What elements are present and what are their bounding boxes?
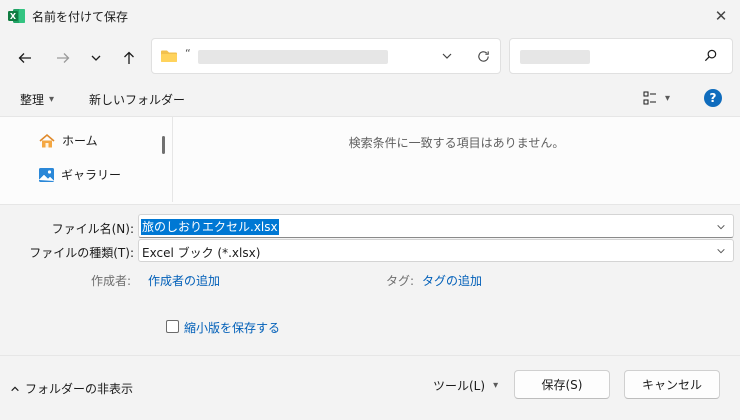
excel-app-icon: X: [8, 8, 26, 24]
search-icon: [703, 48, 718, 66]
cancel-button[interactable]: キャンセル: [624, 370, 720, 399]
gallery-icon: [38, 167, 55, 182]
window-title: 名前を付けて保存: [32, 10, 129, 24]
tags-label: タグ:: [386, 274, 415, 288]
help-icon: ?: [709, 91, 717, 105]
nav-pane-scrollbar[interactable]: [162, 136, 165, 154]
arrow-right-icon: [57, 53, 70, 63]
close-button[interactable]: ✕: [708, 4, 734, 28]
filetype-dropdown-button[interactable]: [716, 245, 726, 259]
add-tags-link[interactable]: タグの追加: [422, 272, 482, 289]
tools-menu-button[interactable]: ツール(L) ▾: [433, 377, 498, 394]
save-thumbnail-checkbox[interactable]: [166, 320, 179, 333]
filename-label: ファイル名(N):: [51, 222, 134, 236]
author-label: 作成者:: [91, 274, 132, 288]
address-path-redacted: [198, 50, 388, 64]
chevron-down-icon: [717, 248, 725, 254]
chevron-down-icon: [717, 224, 725, 230]
forward-button[interactable]: [50, 45, 76, 71]
organize-menu[interactable]: 整理 ▾: [20, 91, 54, 108]
sidebar-item-label: ギャラリー: [61, 168, 122, 182]
filename-dropdown-button[interactable]: [716, 221, 726, 235]
back-button[interactable]: [12, 45, 38, 71]
sidebar-item-home[interactable]: ホーム: [38, 132, 98, 149]
organize-label: 整理: [20, 93, 45, 107]
filetype-label: ファイルの種類(T):: [29, 246, 134, 260]
add-author-link[interactable]: 作成者の追加: [148, 272, 220, 289]
hide-folders-label: フォルダーの非表示: [25, 382, 134, 396]
up-button[interactable]: [116, 45, 142, 71]
home-icon: [39, 133, 55, 147]
svg-text:X: X: [10, 12, 17, 21]
view-options-button[interactable]: ▾: [643, 91, 670, 105]
close-icon: ✕: [714, 7, 728, 25]
address-dropdown-button[interactable]: [434, 43, 460, 69]
help-button[interactable]: ?: [704, 89, 722, 107]
view-list-icon: [643, 91, 656, 105]
recent-locations-button[interactable]: [83, 45, 109, 71]
caret-down-icon: ▾: [665, 92, 671, 104]
filetype-value: Excel ブック (*.xlsx): [142, 246, 261, 260]
chevron-down-icon: [91, 55, 101, 61]
chevron-up-icon: [11, 386, 19, 391]
caret-down-icon: ▾: [493, 380, 499, 391]
hide-folders-toggle[interactable]: フォルダーの非表示: [10, 380, 133, 397]
empty-result-message: 検索条件に一致する項目はありません。: [348, 136, 565, 150]
new-folder-button[interactable]: 新しいフォルダー: [89, 91, 185, 108]
tools-label: ツール(L): [433, 379, 486, 393]
refresh-button[interactable]: [470, 43, 496, 69]
save-button[interactable]: 保存(S): [514, 370, 610, 399]
save-thumbnail-label[interactable]: 縮小版を保存する: [184, 319, 280, 336]
pane-divider[interactable]: [172, 116, 173, 202]
filename-selected-text: 旅のしおりエクセル.xlsx: [141, 219, 279, 235]
sidebar-item-gallery[interactable]: ギャラリー: [38, 166, 121, 183]
navigation-pane: [0, 116, 172, 203]
search-placeholder-redacted: [520, 50, 590, 64]
caret-down-icon: ▾: [49, 94, 55, 105]
folder-icon: [160, 49, 178, 66]
address-quote: “: [185, 47, 191, 60]
arrow-left-icon: [18, 53, 31, 63]
arrow-up-icon: [124, 51, 134, 64]
sidebar-item-label: ホーム: [62, 134, 98, 148]
chevron-down-icon: [442, 53, 452, 59]
filename-value: 旅のしおりエクセル.xlsx: [141, 218, 279, 235]
refresh-icon: [477, 50, 489, 62]
